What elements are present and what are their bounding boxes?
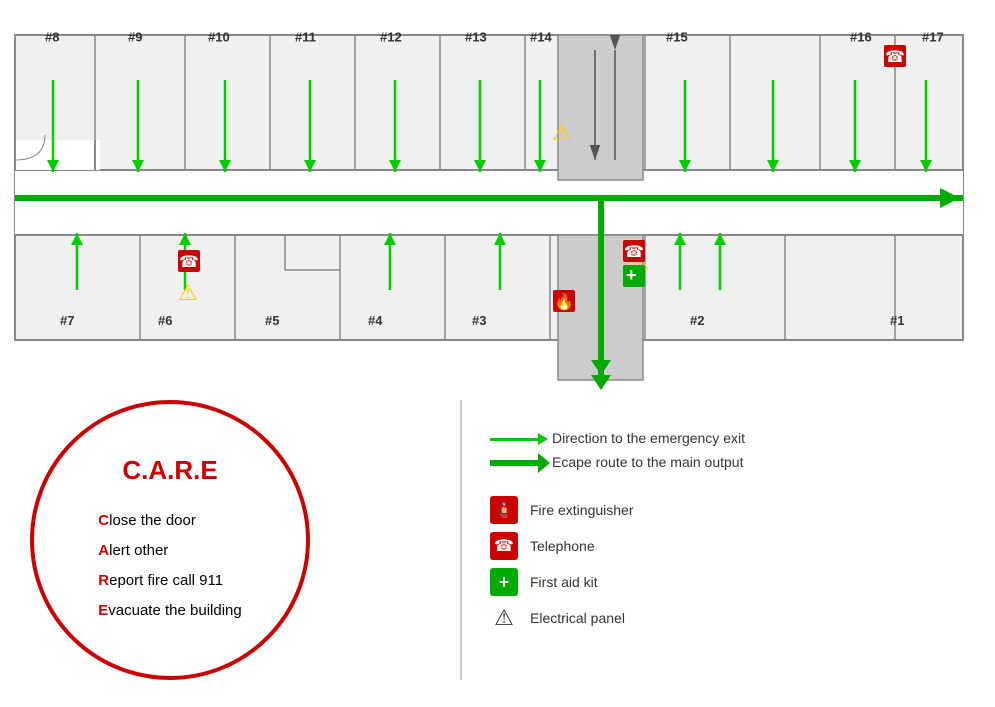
svg-text:⚠: ⚠ xyxy=(178,280,198,305)
svg-text:#10: #10 xyxy=(208,30,230,45)
svg-text:#12: #12 xyxy=(380,30,402,45)
legend-item-extinguisher: 🧯 Fire extinguisher xyxy=(490,496,970,524)
fire-extinguisher-legend-icon: 🧯 xyxy=(490,496,518,524)
svg-text:#14: #14 xyxy=(530,30,552,45)
svg-text:☎: ☎ xyxy=(885,49,905,66)
svg-text:#17: #17 xyxy=(922,30,944,45)
svg-text:#7: #7 xyxy=(60,313,74,328)
svg-text:#4: #4 xyxy=(368,313,383,328)
firstaid-legend-icon: + xyxy=(490,568,518,596)
svg-text:#6: #6 xyxy=(158,313,172,328)
floorplan-svg: #8 #9 #10 #11 #12 #13 #14 #15 #16 #17 #7… xyxy=(10,20,970,390)
legend-item-firstaid: + First aid kit xyxy=(490,568,970,596)
care-circle: C.A.R.E Close the door Alert other Repor… xyxy=(30,400,310,680)
svg-text:🔥: 🔥 xyxy=(554,292,574,311)
svg-text:#2: #2 xyxy=(690,313,704,328)
svg-text:#13: #13 xyxy=(465,30,487,45)
telephone-legend-icon: ☎ xyxy=(490,532,518,560)
svg-text:#1: #1 xyxy=(890,313,904,328)
legend-item-electrical: ⚠ Electrical panel xyxy=(490,604,970,632)
svg-text:+: + xyxy=(626,265,637,285)
legend-extinguisher-text: Fire extinguisher xyxy=(530,502,634,518)
legend-item-escape: Ecape route to the main output xyxy=(490,454,970,470)
svg-text:☎: ☎ xyxy=(624,244,644,261)
care-line-close: Close the door xyxy=(98,506,241,536)
svg-text:#11: #11 xyxy=(295,30,316,45)
legend-telephone-text: Telephone xyxy=(530,538,595,554)
care-line-evacuate: Evacuate the building xyxy=(98,596,241,626)
divider-line xyxy=(460,400,462,680)
svg-text:#9: #9 xyxy=(128,30,142,45)
legend-escape-text: Ecape route to the main output xyxy=(552,454,743,470)
care-line-report: Report fire call 911 xyxy=(98,566,241,596)
svg-text:#3: #3 xyxy=(472,313,486,328)
legend-firstaid-text: First aid kit xyxy=(530,574,598,590)
thin-arrow-icon xyxy=(490,430,540,446)
svg-text:#8: #8 xyxy=(45,30,59,45)
thick-arrow-icon xyxy=(490,454,540,470)
care-text: Close the door Alert other Report fire c… xyxy=(98,506,241,626)
svg-text:#5: #5 xyxy=(265,313,279,328)
legend: Direction to the emergency exit Ecape ro… xyxy=(490,430,970,640)
legend-electrical-text: Electrical panel xyxy=(530,610,625,626)
care-title: C.A.R.E xyxy=(122,455,217,486)
electrical-legend-icon: ⚠ xyxy=(490,604,518,632)
svg-text:#16: #16 xyxy=(850,30,872,45)
legend-item-direction: Direction to the emergency exit xyxy=(490,430,970,446)
svg-text:⚠: ⚠ xyxy=(552,120,572,145)
legend-item-telephone: ☎ Telephone xyxy=(490,532,970,560)
legend-direction-text: Direction to the emergency exit xyxy=(552,430,745,446)
svg-text:☎: ☎ xyxy=(179,254,199,271)
svg-text:#15: #15 xyxy=(666,30,688,45)
care-line-alert: Alert other xyxy=(98,536,241,566)
